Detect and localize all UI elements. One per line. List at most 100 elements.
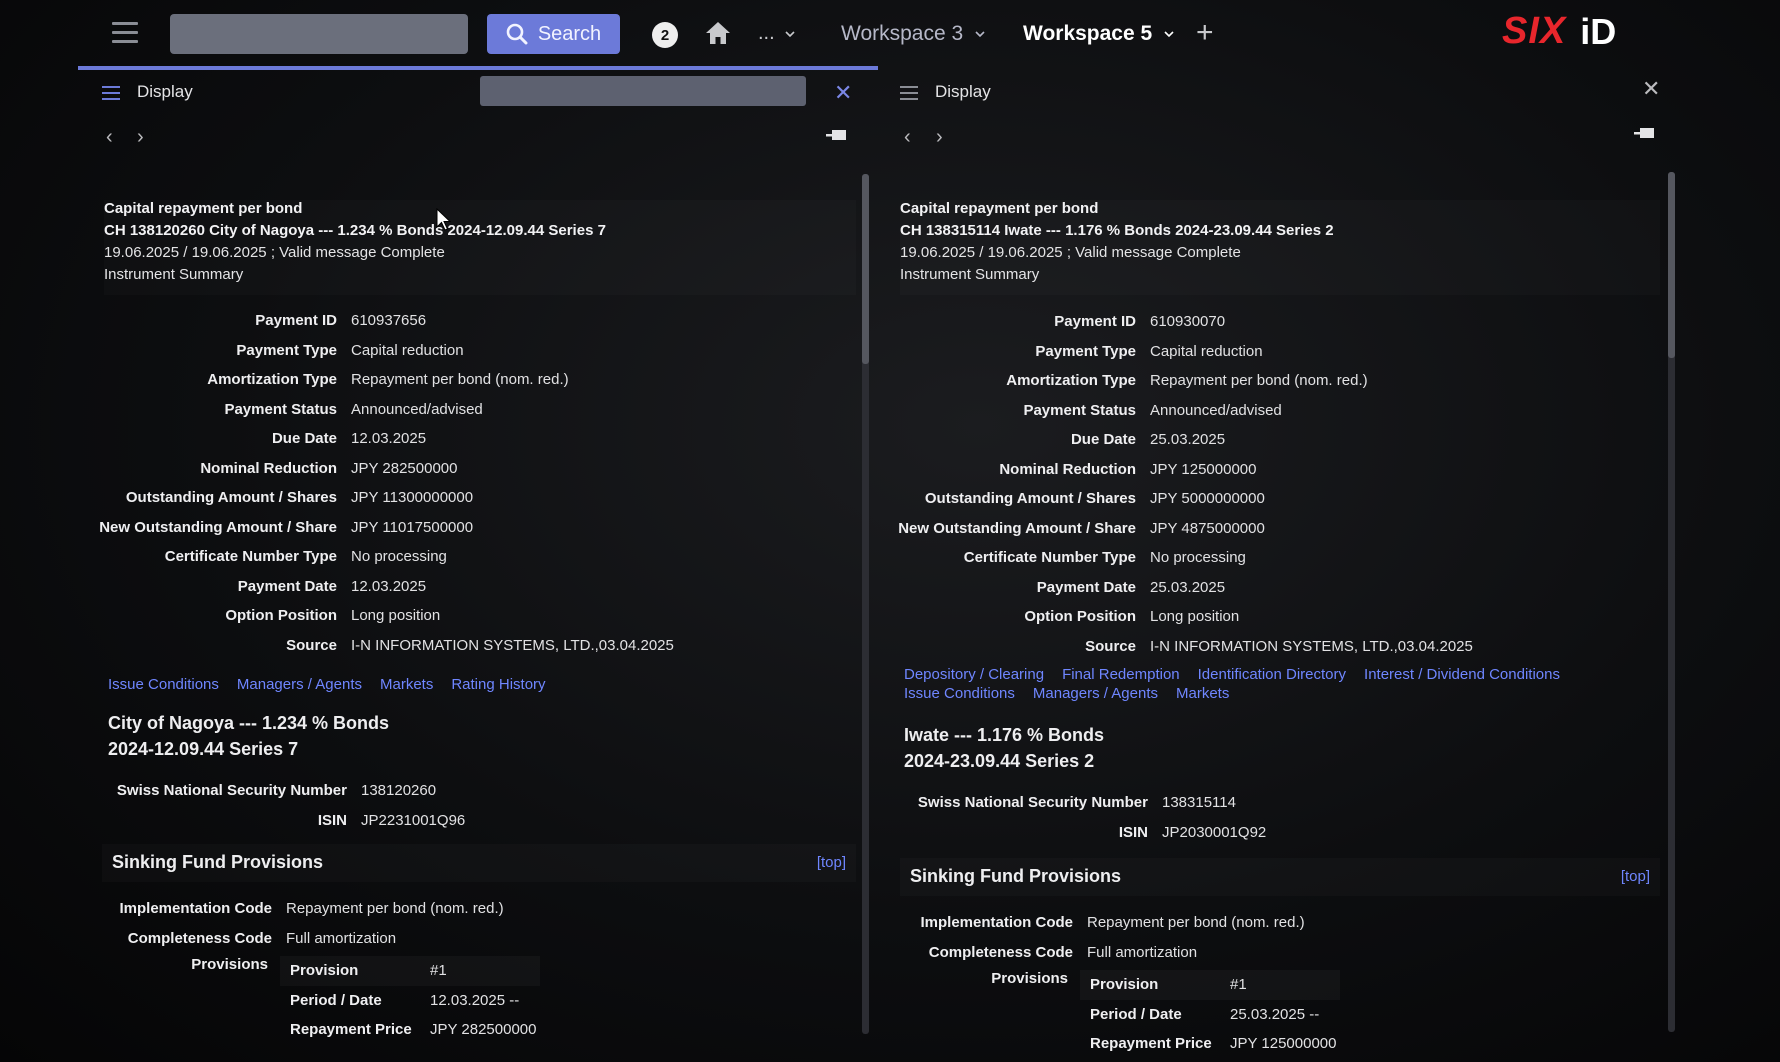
- tab-workspace-5[interactable]: Workspace 5: [1023, 22, 1174, 46]
- field-label: Payment Date: [237, 577, 337, 595]
- top-link[interactable]: [top]: [817, 854, 846, 871]
- field-row: Payment Status Announced/advised: [880, 396, 1473, 426]
- section-link[interactable]: Rating History: [451, 676, 545, 693]
- field-value: Capital reduction: [351, 341, 464, 359]
- section-title: Sinking Fund Provisions: [112, 852, 324, 872]
- field-row: Payment Status Announced/advised: [82, 395, 674, 425]
- section-link[interactable]: Issue Conditions: [108, 676, 219, 693]
- field-label: Source: [286, 636, 337, 654]
- field-value: 610930070: [1150, 313, 1226, 331]
- field-row: Due Date 25.03.2025: [880, 425, 1473, 455]
- notification-badge[interactable]: 2: [652, 22, 678, 48]
- pin-icon[interactable]: [1632, 126, 1656, 142]
- section-link[interactable]: Issue Conditions: [904, 685, 1015, 702]
- section-link[interactable]: Managers / Agents: [1033, 685, 1158, 702]
- forward-arrow-icon[interactable]: ›: [936, 126, 943, 149]
- field-label: Nominal Reduction: [999, 460, 1136, 478]
- back-arrow-icon[interactable]: ‹: [106, 126, 113, 149]
- field-label: Amortization Type: [1006, 372, 1136, 390]
- field-label: Due Date: [1070, 431, 1136, 449]
- top-link[interactable]: [top]: [1621, 868, 1650, 885]
- sinking-fund-header: Sinking Fund Provisions [top]: [102, 844, 856, 882]
- field-value: JPY 5000000000: [1150, 490, 1265, 508]
- panel-search-input[interactable]: [480, 76, 806, 106]
- field-value: JP2030001Q92: [1162, 823, 1267, 841]
- back-arrow-icon[interactable]: ‹: [904, 126, 911, 149]
- provision-row: Period / Date 12.03.2025 --: [280, 986, 540, 1016]
- field-label: Swiss National Security Number: [116, 782, 347, 800]
- field-row: Swiss National Security Number 138315114: [880, 788, 1266, 818]
- field-label: Payment Type: [236, 341, 337, 359]
- home-icon[interactable]: [705, 20, 731, 46]
- active-panel-indicator: [78, 66, 878, 70]
- more-workspaces-menu[interactable]: ...: [758, 22, 795, 45]
- bond-title-line-1: Iwate --- 1.176 % Bonds: [904, 725, 1105, 745]
- provision-value: JPY 125000000: [1230, 1035, 1337, 1053]
- field-value: Long position: [351, 607, 441, 625]
- field-label: Due Date: [271, 430, 337, 448]
- field-value: Full amortization: [1087, 943, 1198, 961]
- add-workspace-button[interactable]: +: [1196, 16, 1214, 50]
- field-row: Amortization Type Repayment per bond (nom…: [82, 365, 674, 395]
- section-link[interactable]: Final Redemption: [1062, 666, 1180, 683]
- logo-six-text: SIX: [1502, 10, 1567, 52]
- section-link[interactable]: Depository / Clearing: [904, 666, 1044, 683]
- field-value: Announced/advised: [351, 400, 483, 418]
- panel-nav-row: ‹ ›: [82, 114, 874, 162]
- section-link[interactable]: Identification Directory: [1198, 666, 1346, 683]
- main-menu-icon[interactable]: [112, 22, 138, 44]
- field-row: Outstanding Amount / Shares JPY 500000000…: [880, 484, 1473, 514]
- panel-scrollbar[interactable]: [1668, 172, 1675, 1032]
- chevron-down-icon: [785, 30, 795, 37]
- section-link[interactable]: Markets: [380, 676, 433, 693]
- field-label: Option Position: [1024, 608, 1136, 626]
- global-search-input[interactable]: [170, 14, 468, 54]
- summary-link-instrument-summary[interactable]: Instrument Summary: [104, 266, 856, 283]
- section-link[interactable]: Markets: [1176, 685, 1229, 702]
- bond-title: City of Nagoya --- 1.234 % Bonds 2024-12…: [108, 710, 389, 762]
- field-label: ISIN: [1118, 823, 1148, 841]
- field-label: Implementation Code: [920, 914, 1073, 932]
- tab-workspace-3[interactable]: Workspace 3: [841, 22, 985, 46]
- field-row: Implementation Code Repayment per bond (n…: [880, 908, 1304, 938]
- close-icon[interactable]: ✕: [834, 80, 852, 106]
- provision-label: Repayment Price: [290, 1021, 412, 1039]
- provisions-table: Provision #1 Period / Date 12.03.2025 -- Rep…: [280, 956, 540, 1045]
- field-label: Amortization Type: [207, 371, 337, 389]
- summary-link-instrument-summary[interactable]: Instrument Summary: [900, 266, 1660, 283]
- panel-menu-icon[interactable]: [900, 86, 918, 100]
- field-value: 25.03.2025: [1150, 431, 1226, 449]
- close-icon[interactable]: ✕: [1642, 76, 1660, 102]
- field-row: Swiss National Security Number 138120260: [82, 776, 465, 806]
- section-link[interactable]: Managers / Agents: [237, 676, 362, 693]
- panel-scrollbar[interactable]: [862, 174, 869, 1034]
- bond-title-line-2: 2024-12.09.44 Series 7: [108, 739, 299, 759]
- panel-header: Display ✕: [880, 74, 1680, 114]
- panel-title: Display: [935, 82, 991, 101]
- field-label: Payment Date: [1036, 578, 1136, 596]
- forward-arrow-icon[interactable]: ›: [137, 126, 144, 149]
- panel-nav-row: ‹ ›: [880, 114, 1680, 162]
- field-row: Outstanding Amount / Shares JPY 113000000…: [82, 483, 674, 513]
- field-row: Option Position Long position: [82, 601, 674, 631]
- field-value: I-N INFORMATION SYSTEMS, LTD.,03.04.2025: [1150, 637, 1473, 655]
- field-label: Payment Type: [1035, 342, 1136, 360]
- field-value: 138315114: [1162, 794, 1236, 812]
- search-button[interactable]: Search: [487, 14, 620, 54]
- provision-value: #1: [430, 962, 447, 980]
- provision-row: Provision #1: [280, 956, 540, 986]
- field-label: New Outstanding Amount / Share: [99, 518, 337, 536]
- field-label: Payment ID: [1054, 313, 1136, 331]
- field-value: Repayment per bond (nom. red.): [351, 371, 569, 389]
- section-link[interactable]: Interest / Dividend Conditions: [1364, 666, 1560, 683]
- panel-menu-icon[interactable]: [102, 86, 120, 100]
- field-label: Completeness Code: [127, 929, 272, 947]
- right-display-panel: Display ✕ ‹ › Capital repayment per bond…: [880, 74, 1680, 1062]
- message-summary: Capital repayment per bond CH 138120260 …: [104, 200, 856, 295]
- chevron-down-icon: [1164, 31, 1174, 38]
- field-value: 25.03.2025: [1150, 578, 1226, 596]
- field-row: Option Position Long position: [880, 602, 1473, 632]
- provision-label: Period / Date: [1090, 1005, 1182, 1023]
- summary-title: Capital repayment per bond: [900, 200, 1099, 217]
- pin-icon[interactable]: [824, 128, 848, 144]
